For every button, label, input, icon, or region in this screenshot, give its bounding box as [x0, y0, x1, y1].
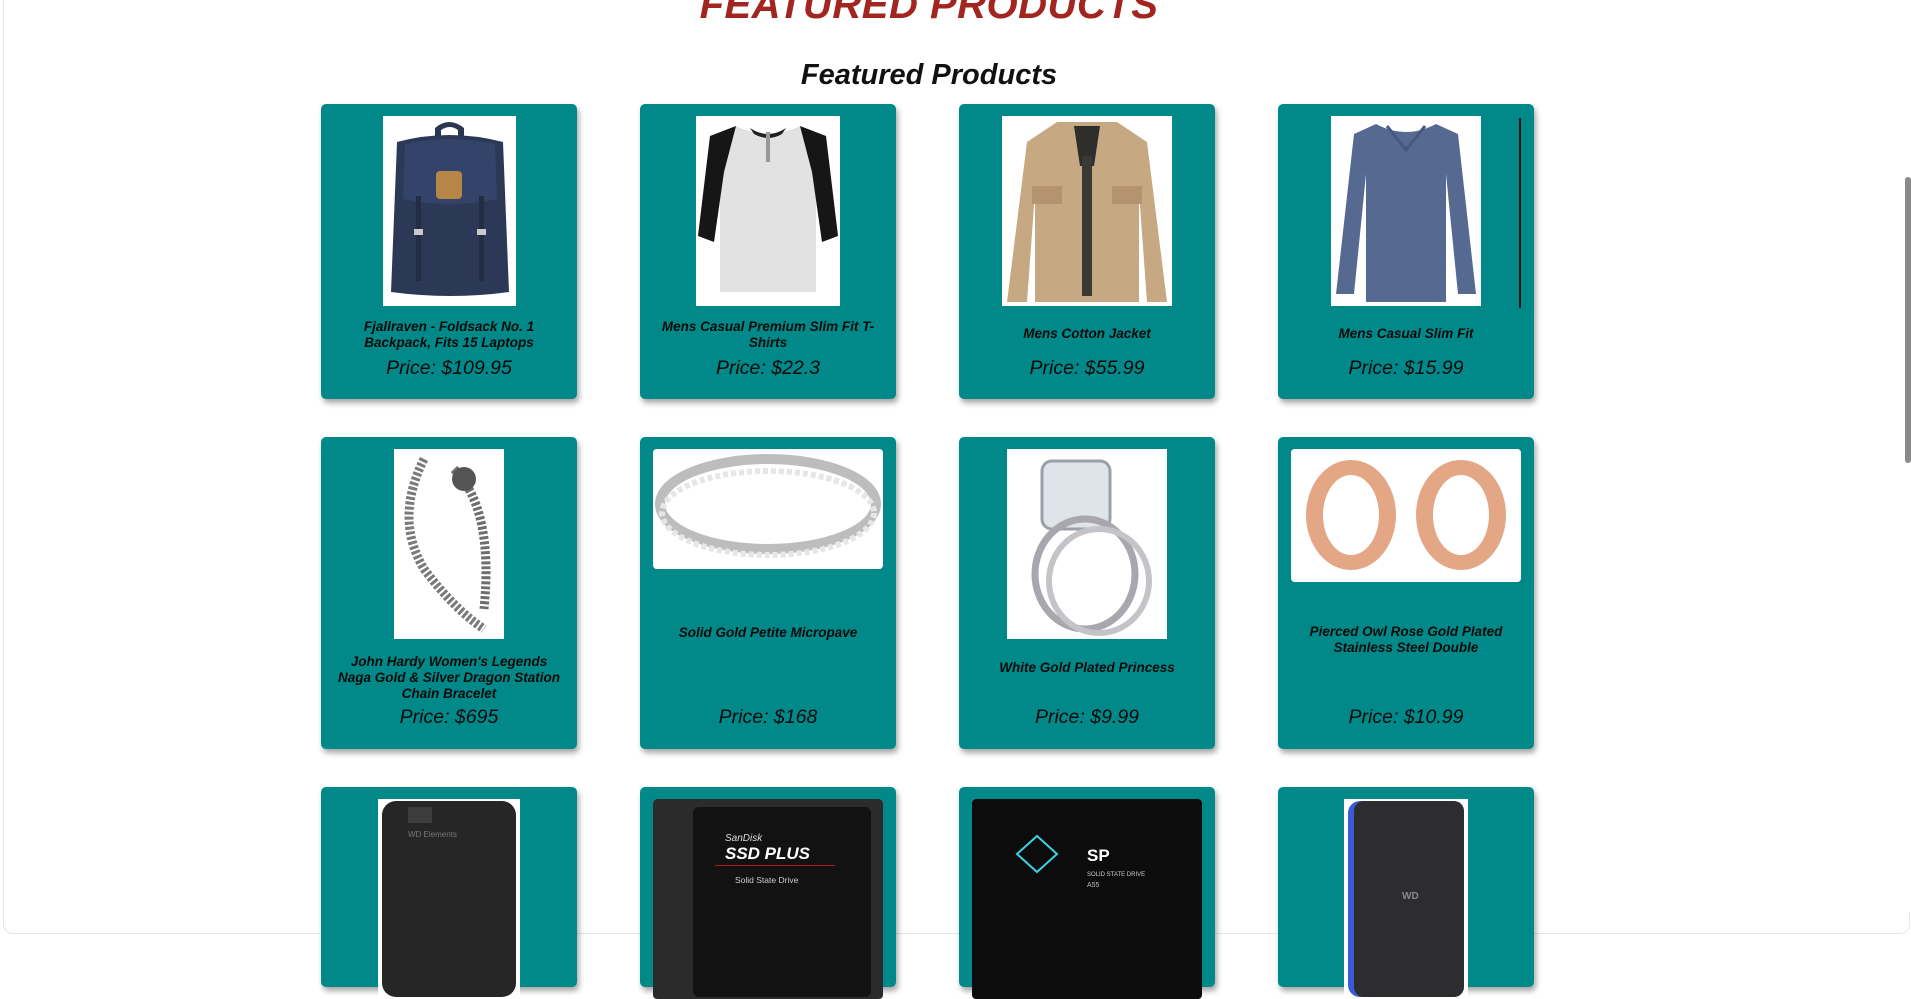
backpack-icon: [383, 116, 516, 306]
engagement-ring-icon: [1007, 449, 1167, 639]
ssd-model-label: A55: [1087, 882, 1100, 889]
ssd-icon: SP SOLID STATE DRIVE A55: [972, 799, 1202, 999]
product-image[interactable]: WD Elements: [378, 799, 520, 999]
drive-brand-label: WD Elements: [408, 830, 457, 839]
product-price: Price: $109.95: [386, 357, 512, 379]
ssd-icon: SanDisk SSD PLUS Solid State Drive: [653, 799, 883, 999]
product-image[interactable]: [1007, 449, 1167, 639]
product-image[interactable]: [394, 449, 504, 639]
product-name[interactable]: Mens Casual Premium Slim Fit T-Shirts: [652, 319, 884, 351]
product-name[interactable]: Solid Gold Petite Micropave: [652, 625, 884, 641]
scrollbar-track[interactable]: [1903, 0, 1911, 912]
ssd-sub-label: SOLID STATE DRIVE: [1087, 872, 1145, 878]
product-name[interactable]: Mens Cotton Jacket: [971, 326, 1203, 342]
product-price: Price: $22.3: [715, 357, 821, 379]
ear-tunnel-icon: [1291, 449, 1521, 582]
product-price: Price: $9.99: [1034, 706, 1140, 728]
scrollbar-thumb[interactable]: [1905, 177, 1911, 463]
product-name[interactable]: Mens Casual Slim Fit: [1290, 326, 1522, 342]
product-image[interactable]: SanDisk SSD PLUS Solid State Drive: [653, 799, 883, 999]
product-image[interactable]: [1331, 116, 1481, 306]
product-image[interactable]: [1002, 116, 1172, 306]
drive-brand-label: WD: [1402, 891, 1419, 902]
jacket-icon: [1002, 116, 1172, 306]
product-card[interactable]: Mens Casual Slim Fit Price: $15.99: [1278, 104, 1534, 399]
section-title: Featured Products: [800, 59, 1058, 91]
product-name[interactable]: Fjallraven - Foldsack No. 1 Backpack, Fi…: [333, 319, 565, 351]
product-card[interactable]: Solid Gold Petite Micropave Price: $168: [640, 437, 896, 749]
tshirt-icon: [696, 116, 840, 306]
product-card[interactable]: John Hardy Women's Legends Naga Gold & S…: [321, 437, 577, 749]
product-card[interactable]: Mens Cotton Jacket Price: $55.99: [959, 104, 1215, 399]
product-card[interactable]: White Gold Plated Princess Price: $9.99: [959, 437, 1215, 749]
product-card[interactable]: SanDisk SSD PLUS Solid State Drive: [640, 787, 896, 999]
product-card[interactable]: WD: [1278, 787, 1534, 999]
product-card[interactable]: Mens Casual Premium Slim Fit T-Shirts Pr…: [640, 104, 896, 399]
ssd-brand-label: SanDisk: [725, 833, 763, 844]
hard-drive-icon: WD Elements: [378, 799, 520, 999]
product-card[interactable]: Pierced Owl Rose Gold Plated Stainless S…: [1278, 437, 1534, 749]
product-image[interactable]: [1291, 449, 1521, 582]
product-name[interactable]: White Gold Plated Princess: [971, 660, 1203, 676]
product-price: Price: $10.99: [1348, 706, 1464, 728]
product-card[interactable]: WD Elements: [321, 787, 577, 999]
product-name[interactable]: John Hardy Women's Legends Naga Gold & S…: [333, 654, 565, 702]
image-edge-line: [1519, 118, 1521, 308]
bracelet-icon: [394, 449, 504, 639]
ring-icon: [653, 449, 883, 569]
longsleeve-shirt-icon: [1331, 116, 1481, 306]
product-image[interactable]: [696, 116, 840, 306]
product-price: Price: $15.99: [1348, 357, 1464, 379]
product-card[interactable]: SP SOLID STATE DRIVE A55: [959, 787, 1215, 999]
product-price: Price: $168: [718, 706, 818, 728]
ssd-brand-label: SP: [1087, 846, 1110, 865]
product-price: Price: $695: [399, 706, 499, 728]
product-card[interactable]: Fjallraven - Foldsack No. 1 Backpack, Fi…: [321, 104, 577, 399]
product-name[interactable]: Pierced Owl Rose Gold Plated Stainless S…: [1290, 624, 1522, 656]
page-container: FEATURED PRODUCTS Featured Products Fjal…: [3, 0, 1910, 999]
product-image[interactable]: [383, 116, 516, 306]
product-image[interactable]: WD: [1344, 799, 1468, 999]
portable-drive-icon: WD: [1344, 799, 1468, 999]
product-image[interactable]: SP SOLID STATE DRIVE A55: [972, 799, 1202, 999]
ssd-model-label: SSD PLUS: [725, 844, 811, 863]
ssd-sub-label: Solid State Drive: [735, 875, 799, 885]
product-image[interactable]: [653, 449, 883, 569]
page-banner: FEATURED PRODUCTS: [699, 0, 1159, 27]
product-price: Price: $55.99: [1029, 357, 1145, 379]
